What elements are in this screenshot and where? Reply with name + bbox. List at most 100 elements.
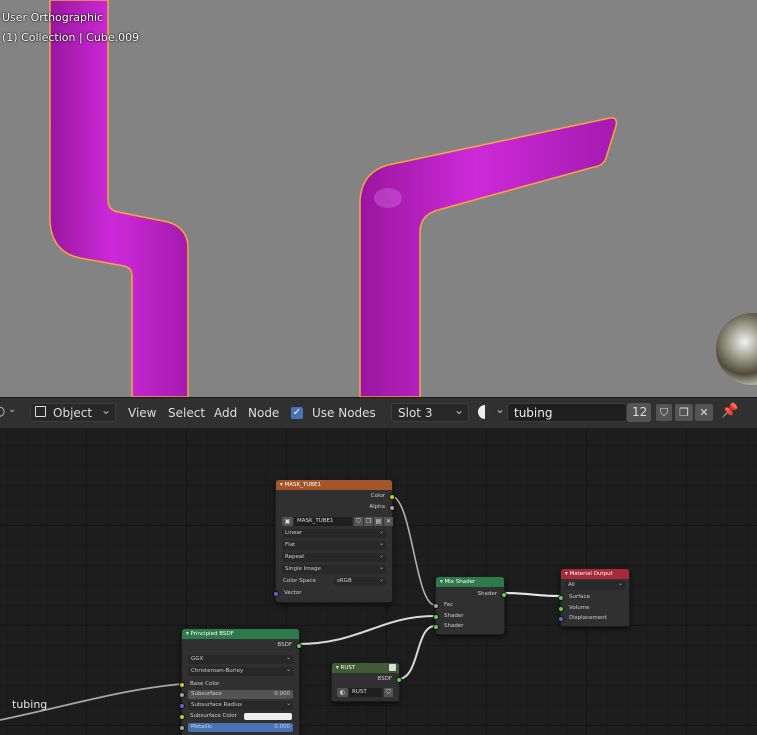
output-shader: Shader [477,591,497,597]
input-surface: Surface [569,594,590,600]
slot-label: Slot 3 [398,406,433,420]
image-selector[interactable]: ▣ MASK_TUBE1 ⛉ ❐ ▤ ✕ [282,517,393,526]
subsurface-radius-dropdown[interactable]: Subsurface Radius [188,699,293,710]
input-volume: Volume [569,605,590,611]
socket-bsdf-out[interactable] [296,643,302,649]
input-displacement: Displacement [569,615,607,621]
socket-vector-in[interactable] [273,591,279,597]
socket-shader1-in[interactable] [433,614,439,620]
subsurface-label: Subsurface [191,691,222,697]
viewport-scene [49,0,757,397]
collection-label: (1) Collection | Cube.009 [2,31,140,44]
node-header[interactable]: ▾ MASK_TUBE1 [276,480,392,490]
link-mask-color-to-fac [390,495,436,606]
socket-shader2-in[interactable] [433,624,439,630]
3d-viewport[interactable]: User Orthographic (1) Collection | Cube.… [0,0,757,397]
output-bsdf: BSDF [377,676,392,682]
node-header[interactable]: ▾ RUST [332,663,399,673]
left-tube[interactable] [49,0,189,397]
subsurface-slider[interactable]: Subsurface 0.000 [188,690,293,699]
user-count: 12 [632,405,648,419]
color-space-dropdown[interactable]: sRGB [334,575,386,586]
image-texture-node[interactable]: ▾ MASK_TUBE1 Color Alpha ▣ MASK_TUBE1 ⛉ … [273,479,395,603]
node-title: Principled BSDF [190,631,234,637]
unlink-image-icon[interactable]: ✕ [384,517,393,526]
material-output-node[interactable]: ▾ Material Output All Surface Volume Dis… [558,568,630,627]
socket-fac-in[interactable] [433,603,439,609]
right-tube[interactable] [359,117,618,397]
metallic-slider[interactable]: Metallic 0.000 [188,723,293,732]
view-name-label: User Orthographic [2,11,104,24]
subsurface-method-dropdown[interactable]: Christensen-Burley [188,665,293,676]
group-name-field[interactable]: RUST [349,688,382,697]
duplicate-image-icon[interactable]: ❐ [364,517,373,526]
menu-select[interactable]: Select [168,406,205,420]
subsurface-color-swatch[interactable] [244,713,292,720]
principled-bsdf-node[interactable]: ▾ Principled BSDF BSDF GGX Christensen-B… [179,628,302,735]
fake-user-shield-icon[interactable]: ⛉ [384,688,393,697]
use-nodes-checkbox[interactable]: ✓ [291,407,303,419]
unlink-material-icon[interactable]: ✕ [695,404,713,421]
menu-add[interactable]: Add [214,406,237,420]
socket-displacement-in[interactable] [558,616,564,622]
chevron-down-icon: ⌄ [100,403,111,417]
node-title: MASK_TUBE1 [284,482,322,488]
chevron-down-icon: ⌄ [453,403,464,417]
open-image-folder-icon[interactable]: ▤ [374,517,383,526]
node-editor-canvas[interactable]: ▾ MASK_TUBE1 Color Alpha ▣ MASK_TUBE1 ⛉ … [0,428,757,735]
node-title: RUST [340,665,356,671]
rust-group-node[interactable]: ▾ RUST BSDF ◐ RUST ⛉ [331,662,402,702]
socket-base-color-in[interactable] [179,682,185,688]
input-base-color: Base Color [190,681,220,687]
menu-node[interactable]: Node [248,406,279,420]
mode-dropdown[interactable]: Object ⌄ [30,403,116,422]
user-count-button[interactable]: 12 [627,403,651,422]
socket-shader-out[interactable] [501,592,507,598]
mix-shader-node[interactable]: ▾ Mix Shader Shader Fac Shader Shader [433,576,507,635]
node-header[interactable]: ▾ Material Output [561,569,629,579]
menu-view[interactable]: View [128,406,156,420]
fake-user-shield-icon[interactable]: ⛉ [656,404,672,421]
output-target-dropdown[interactable]: All [565,579,625,590]
source-dropdown[interactable]: Single Image [282,563,386,574]
image-name-field[interactable]: MASK_TUBE1 [294,517,352,526]
socket-color-out[interactable] [389,494,395,500]
fake-user-shield-icon[interactable]: ⛉ [354,517,363,526]
socket-metallic-in[interactable] [179,725,185,731]
interpolation-dropdown[interactable]: Linear [282,527,386,538]
node-editor-header: ◐ ⌄ Object ⌄ View Select Add Node ✓ Use … [0,397,757,429]
metallic-label: Metallic [191,724,213,730]
slot-dropdown[interactable]: Slot 3 ⌄ [391,403,469,422]
projection-dropdown[interactable]: Flat [282,539,386,550]
socket-alpha-out[interactable] [389,505,395,511]
input-fac: Fac [444,602,454,608]
distribution-dropdown[interactable]: GGX [188,653,293,664]
socket-subsurface-color-in[interactable] [179,714,185,720]
material-browse-button[interactable]: ⌄ [476,402,506,422]
material-name-field[interactable]: tubing [507,403,627,422]
metallic-value: 0.000 [274,724,290,730]
socket-volume-in[interactable] [558,606,564,612]
input-shader-1: Shader [444,613,464,619]
extension-dropdown[interactable]: Repeat [282,551,386,562]
material-name: tubing [514,406,553,420]
socket-surface-in[interactable] [558,595,564,601]
pin-icon[interactable]: 📌 [721,403,738,419]
socket-bsdf-out[interactable] [396,677,402,683]
node-header[interactable]: ▾ Principled BSDF [182,629,299,639]
editor-type-icon: ◐ [0,404,5,419]
output-bsdf: BSDF [277,642,292,648]
editor-type-dropdown[interactable]: ◐ ⌄ [0,403,20,422]
material-sphere-icon: ◐ [337,688,348,697]
link-principled-to-mix-shader1 [297,615,436,645]
duplicate-material-icon[interactable]: ❐ [675,404,693,421]
node-header[interactable]: ▾ Mix Shader [436,577,504,587]
output-alpha: Alpha [369,504,385,510]
socket-subsurface-in[interactable] [179,692,185,698]
socket-subsurface-radius-in[interactable] [179,703,185,709]
node-group-icon[interactable] [389,664,396,671]
material-sphere-icon [478,405,492,419]
group-selector[interactable]: ◐ RUST ⛉ [337,688,394,697]
subsurface-value: 0.000 [274,691,290,697]
world-preview-sphere [716,313,757,385]
